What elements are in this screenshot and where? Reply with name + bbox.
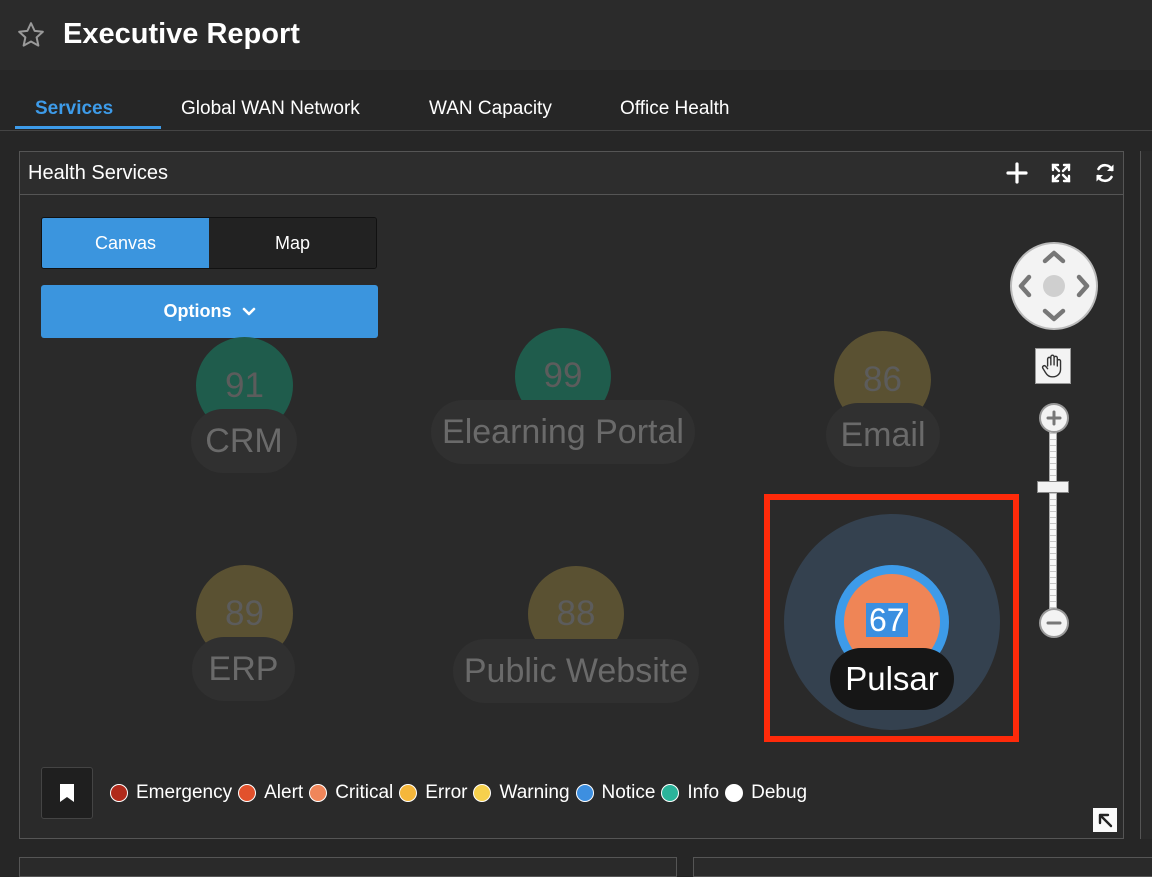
hand-tool-icon[interactable] [1035, 348, 1071, 384]
expand-arrows-icon[interactable] [1049, 161, 1073, 185]
zoom-slider-track[interactable] [1049, 422, 1057, 618]
tab-global-wan-network[interactable]: Global WAN Network [181, 98, 360, 120]
legend-item-warning: Warning [473, 782, 570, 804]
legend-label-error: Error [425, 782, 468, 803]
legend-label-info: Info [687, 782, 720, 803]
bookmark-icon [60, 784, 74, 802]
service-label-pulsar[interactable]: Pulsar [830, 648, 954, 710]
legend-dot-debug [725, 784, 744, 802]
legend-item-emergency: Emergency [110, 782, 232, 804]
tab-office-health[interactable]: Office Health [620, 98, 729, 120]
expand-corner-icon[interactable] [1093, 808, 1117, 832]
legend-item-alert: Alert [238, 782, 303, 804]
map-view-button[interactable]: Map [209, 218, 376, 268]
service-label-elearning-portal: Elearning Portal [431, 400, 695, 464]
service-label-erp: ERP [192, 637, 295, 701]
legend-dot-alert [238, 784, 257, 802]
panel-title: Health Services [28, 162, 169, 184]
options-label: Options [163, 301, 232, 321]
view-toggle: Canvas Map [41, 217, 377, 269]
plus-icon[interactable] [1005, 161, 1029, 185]
favorite-star-icon[interactable] [16, 20, 46, 50]
zoom-out-button[interactable] [1039, 608, 1069, 638]
pan-arrows-icon [1018, 250, 1090, 322]
page-title: Executive Report [63, 18, 300, 50]
legend-dot-emergency [110, 784, 128, 802]
zoom-slider-handle[interactable] [1037, 481, 1069, 493]
zoom-in-button[interactable] [1039, 403, 1069, 433]
legend-dot-critical [309, 784, 328, 802]
bottom-panel-left [19, 857, 677, 877]
legend-item-debug: Debug [725, 782, 807, 804]
refresh-icon[interactable] [1093, 161, 1117, 185]
minus-icon [1046, 621, 1062, 625]
legend-label-debug: Debug [751, 782, 808, 803]
legend-item-info: Info [661, 782, 719, 804]
legend-label-critical: Critical [335, 782, 394, 803]
chevron-down-icon [242, 307, 255, 315]
legend-dot-error [399, 784, 418, 802]
legend-dot-notice [575, 784, 594, 802]
legend-dot-warning [473, 784, 492, 802]
legend-label-emergency: Emergency [136, 782, 233, 803]
legend-item-error: Error [399, 782, 467, 804]
legend-dot-info [661, 784, 680, 802]
service-score-pulsar: 67 [866, 603, 908, 637]
tab-services[interactable]: Services [35, 98, 113, 120]
severity-legend: Emergency Alert Critical Error Warning N… [110, 782, 813, 804]
active-tab-indicator [15, 126, 161, 129]
options-button[interactable]: Options [41, 285, 378, 338]
legend-item-notice: Notice [575, 782, 656, 804]
bottom-panel-right [693, 857, 1152, 877]
tab-bar: Services Global WAN Network WAN Capacity… [0, 70, 1152, 131]
panel-header: Health Services [20, 152, 1123, 195]
service-label-public-website: Public Website [453, 639, 699, 703]
top-bar: Executive Report [0, 0, 1152, 70]
service-label-crm: CRM [191, 409, 297, 473]
legend-label-notice: Notice [601, 782, 656, 803]
health-services-panel: Health Services Canvas Map Options 91 CR… [19, 151, 1124, 839]
tab-wan-capacity[interactable]: WAN Capacity [429, 98, 552, 120]
plus-icon [1046, 410, 1062, 426]
legend-item-critical: Critical [309, 782, 393, 804]
legend-label-alert: Alert [264, 782, 304, 803]
canvas-view-button[interactable]: Canvas [42, 218, 209, 268]
bookmark-button[interactable] [41, 767, 93, 819]
legend-label-warning: Warning [499, 782, 570, 803]
adjacent-panel-edge [1140, 151, 1152, 839]
service-label-email: Email [826, 403, 940, 467]
pan-control[interactable] [1010, 242, 1098, 330]
